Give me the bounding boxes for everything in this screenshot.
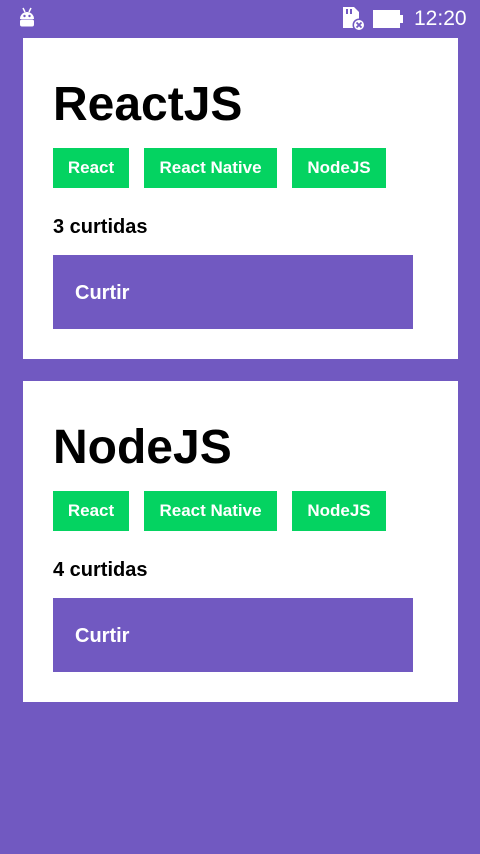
repository-title: NodeJS — [53, 421, 232, 474]
tech-tag: React — [53, 148, 129, 188]
status-bar: 12:20 — [0, 0, 480, 38]
status-time: 12:20 — [414, 7, 467, 30]
tech-tag: React Native — [144, 491, 277, 531]
repository-title: ReactJS — [53, 78, 243, 131]
likes-count: 4 curtidas — [53, 559, 148, 581]
tech-tag: React Native — [144, 148, 277, 188]
repository-card: ReactJS React React Native NodeJS 3 curt… — [23, 38, 458, 359]
tech-tag: NodeJS — [292, 491, 386, 531]
battery-icon — [373, 10, 403, 28]
like-button[interactable]: Curtir — [53, 255, 413, 329]
sd-card-error-icon — [343, 7, 366, 32]
repository-card: NodeJS React React Native NodeJS 4 curti… — [23, 381, 458, 702]
like-button[interactable]: Curtir — [53, 598, 413, 672]
likes-count: 3 curtidas — [53, 216, 148, 238]
android-icon — [20, 7, 34, 27]
tech-tag: NodeJS — [292, 148, 386, 188]
tech-tag: React — [53, 491, 129, 531]
